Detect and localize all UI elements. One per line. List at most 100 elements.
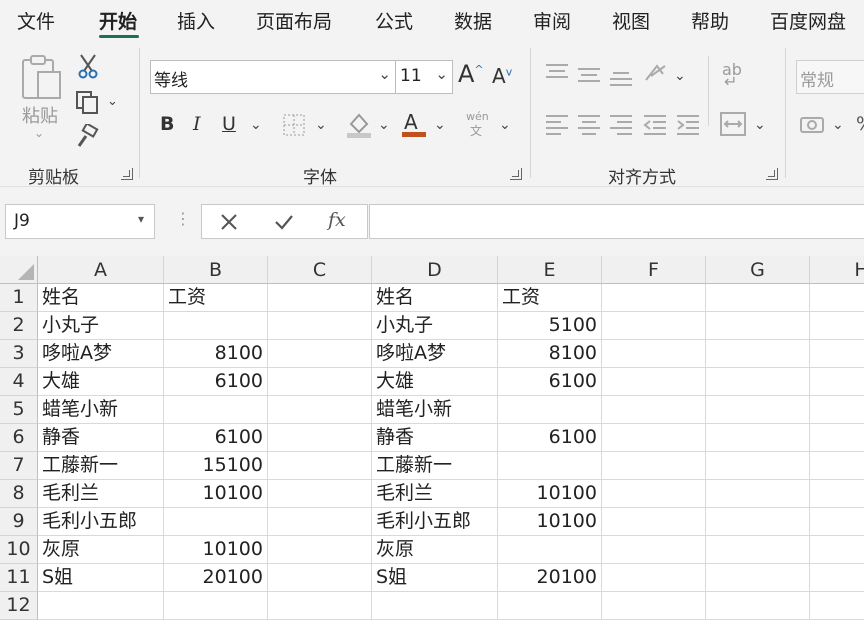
tab-view[interactable]: 视图: [612, 7, 650, 34]
orientation-dropdown-icon[interactable]: ⌄: [674, 68, 686, 84]
row-header[interactable]: 5: [0, 396, 38, 424]
shrink-font-button[interactable]: Av: [492, 64, 512, 88]
cell-E9[interactable]: 10100: [498, 508, 602, 536]
cell-H3[interactable]: [810, 340, 864, 368]
cell-H7[interactable]: [810, 452, 864, 480]
cell-E4[interactable]: 6100: [498, 368, 602, 396]
cell-E10[interactable]: [498, 536, 602, 564]
cell-B2[interactable]: [164, 312, 268, 340]
cell-C7[interactable]: [268, 452, 372, 480]
currency-dropdown-icon[interactable]: ⌄: [832, 117, 844, 133]
cell-G3[interactable]: [706, 340, 810, 368]
cell-H4[interactable]: [810, 368, 864, 396]
bold-button[interactable]: B: [160, 113, 174, 135]
tab-page-layout[interactable]: 页面布局: [256, 7, 332, 34]
alignment-launcher-icon[interactable]: [766, 168, 778, 180]
select-all-button[interactable]: [0, 256, 38, 284]
increase-indent-icon[interactable]: [676, 113, 700, 135]
cell-H6[interactable]: [810, 424, 864, 452]
wrap-text-button[interactable]: ab ↵: [722, 60, 750, 91]
cell-F6[interactable]: [602, 424, 706, 452]
cell-F1[interactable]: [602, 284, 706, 312]
cell-E3[interactable]: 8100: [498, 340, 602, 368]
paste-button[interactable]: 粘贴 ⌄: [18, 52, 64, 148]
cell-B8[interactable]: 10100: [164, 480, 268, 508]
column-header-A[interactable]: A: [38, 256, 164, 284]
cell-B1[interactable]: 工资: [164, 284, 268, 312]
cell-A3[interactable]: 哆啦A梦: [38, 340, 164, 368]
row-header[interactable]: 12: [0, 592, 38, 620]
merge-dropdown-icon[interactable]: ⌄: [754, 117, 766, 133]
cell-C6[interactable]: [268, 424, 372, 452]
cell-A9[interactable]: 毛利小五郎: [38, 508, 164, 536]
row-header[interactable]: 11: [0, 564, 38, 592]
formula-input[interactable]: [369, 204, 864, 239]
cell-G2[interactable]: [706, 312, 810, 340]
cell-F11[interactable]: [602, 564, 706, 592]
cell-E7[interactable]: [498, 452, 602, 480]
cell-D5[interactable]: 蜡笔小新: [372, 396, 498, 424]
tab-home[interactable]: 开始: [99, 7, 137, 34]
row-header[interactable]: 2: [0, 312, 38, 340]
font-launcher-icon[interactable]: [510, 168, 522, 180]
row-header[interactable]: 4: [0, 368, 38, 396]
cell-B11[interactable]: 20100: [164, 564, 268, 592]
cell-E1[interactable]: 工资: [498, 284, 602, 312]
cell-G10[interactable]: [706, 536, 810, 564]
phonetic-dropdown-icon[interactable]: ⌄: [499, 117, 511, 133]
format-painter-icon[interactable]: [74, 124, 100, 148]
copy-dropdown-icon[interactable]: ⌄: [107, 94, 118, 109]
row-header[interactable]: 10: [0, 536, 38, 564]
cell-G4[interactable]: [706, 368, 810, 396]
cell-E6[interactable]: 6100: [498, 424, 602, 452]
tab-data[interactable]: 数据: [454, 7, 492, 34]
cell-A11[interactable]: S姐: [38, 564, 164, 592]
cell-H1[interactable]: [810, 284, 864, 312]
number-format-select[interactable]: 常规: [796, 60, 864, 94]
cell-C8[interactable]: [268, 480, 372, 508]
cell-D3[interactable]: 哆啦A梦: [372, 340, 498, 368]
cell-F4[interactable]: [602, 368, 706, 396]
cell-G8[interactable]: [706, 480, 810, 508]
cell-A12[interactable]: [38, 592, 164, 620]
cell-C10[interactable]: [268, 536, 372, 564]
merge-center-icon[interactable]: [720, 112, 746, 136]
cell-F8[interactable]: [602, 480, 706, 508]
cell-F10[interactable]: [602, 536, 706, 564]
row-header[interactable]: 8: [0, 480, 38, 508]
cell-D12[interactable]: [372, 592, 498, 620]
tab-insert[interactable]: 插入: [177, 7, 215, 34]
cell-H5[interactable]: [810, 396, 864, 424]
column-header-B[interactable]: B: [164, 256, 268, 284]
cell-H10[interactable]: [810, 536, 864, 564]
tab-review[interactable]: 审阅: [533, 7, 571, 34]
cell-F2[interactable]: [602, 312, 706, 340]
cell-F12[interactable]: [602, 592, 706, 620]
cell-E8[interactable]: 10100: [498, 480, 602, 508]
tab-baidu-netdisk[interactable]: 百度网盘: [770, 7, 846, 34]
fill-color-button[interactable]: [345, 110, 373, 138]
cell-E12[interactable]: [498, 592, 602, 620]
cancel-icon[interactable]: [220, 213, 238, 231]
column-header-E[interactable]: E: [498, 256, 602, 284]
cell-H12[interactable]: [810, 592, 864, 620]
insert-function-button[interactable]: fx: [328, 209, 346, 231]
font-size-select[interactable]: 11 ⌄: [395, 60, 453, 94]
align-middle-icon[interactable]: [577, 64, 601, 86]
align-right-icon[interactable]: [609, 113, 633, 135]
cell-C12[interactable]: [268, 592, 372, 620]
cell-D4[interactable]: 大雄: [372, 368, 498, 396]
cell-G7[interactable]: [706, 452, 810, 480]
cell-B5[interactable]: [164, 396, 268, 424]
font-color-button[interactable]: A: [402, 110, 428, 138]
cell-B9[interactable]: [164, 508, 268, 536]
cell-G12[interactable]: [706, 592, 810, 620]
font-name-select[interactable]: 等线 ⌄: [150, 60, 396, 94]
cell-C1[interactable]: [268, 284, 372, 312]
cell-A6[interactable]: 静香: [38, 424, 164, 452]
row-header[interactable]: 9: [0, 508, 38, 536]
cell-F7[interactable]: [602, 452, 706, 480]
cell-D10[interactable]: 灰原: [372, 536, 498, 564]
cell-D6[interactable]: 静香: [372, 424, 498, 452]
cell-H11[interactable]: [810, 564, 864, 592]
